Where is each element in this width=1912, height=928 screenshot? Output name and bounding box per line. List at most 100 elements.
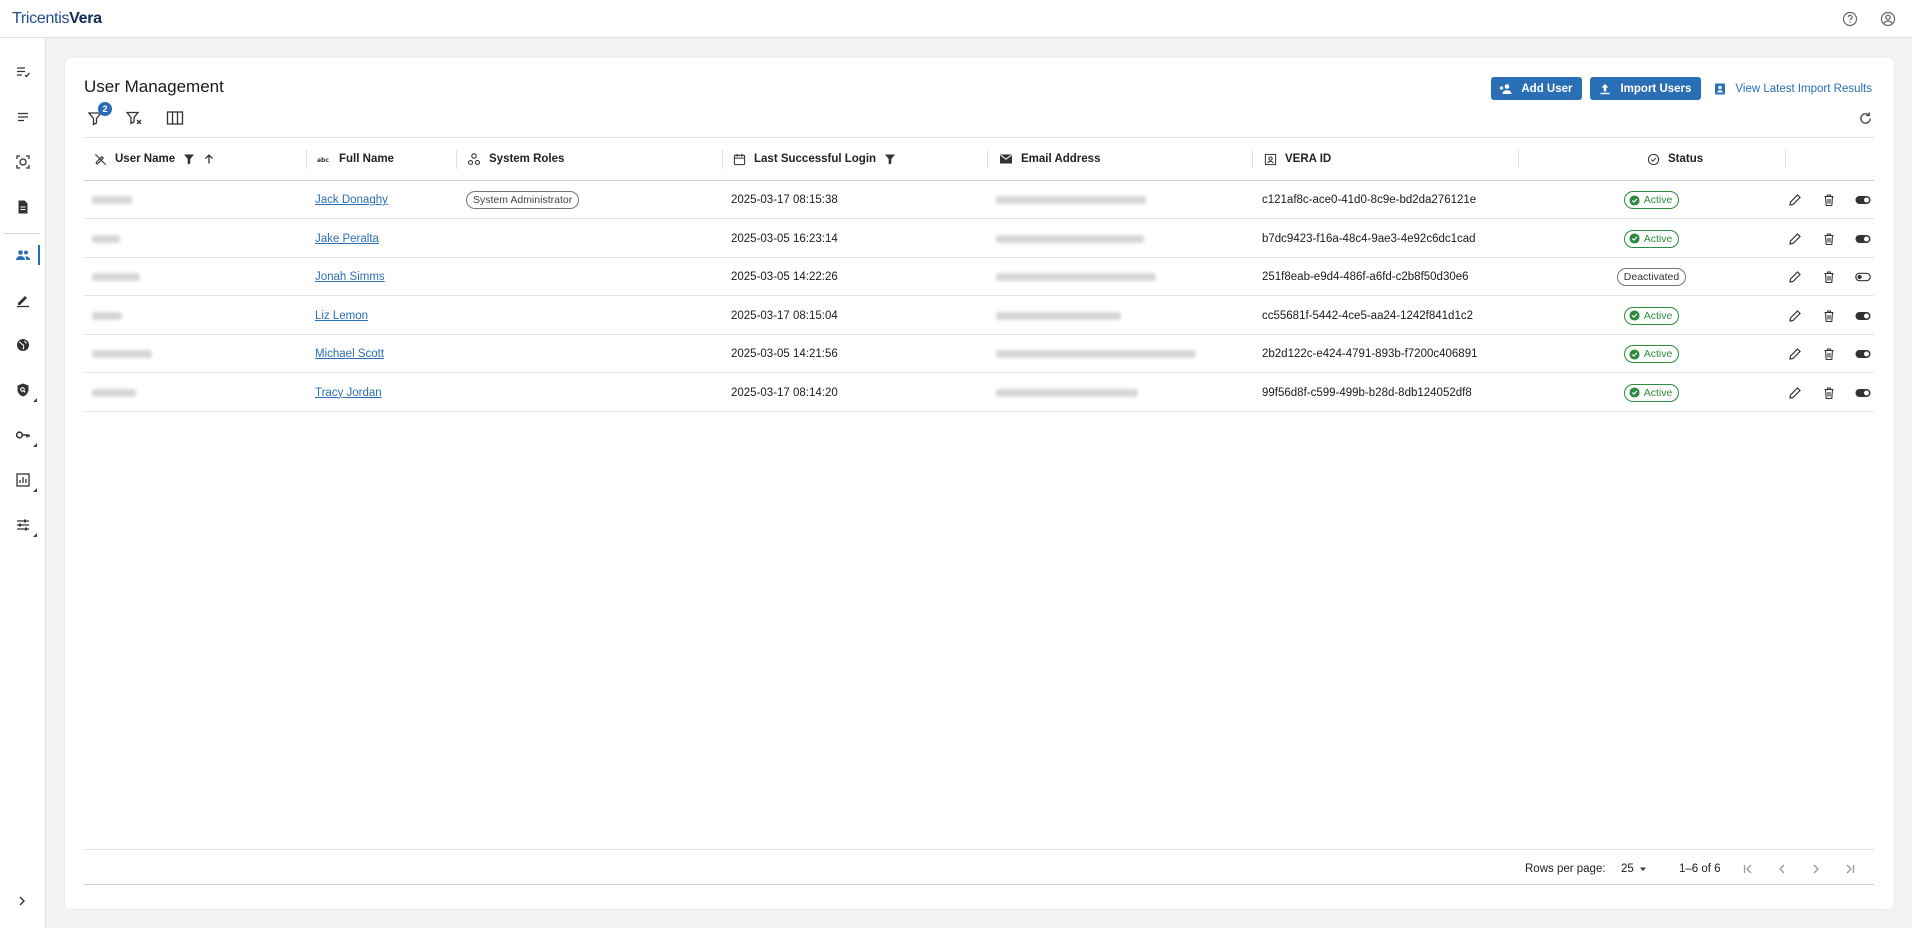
sidebar-item-reports[interactable] <box>0 466 46 494</box>
sort-ascending-icon[interactable] <box>203 153 215 165</box>
sidebar-item-checklist[interactable] <box>0 58 46 86</box>
user-name-cell <box>92 374 136 412</box>
column-header-email[interactable]: Email Address <box>999 138 1100 180</box>
filter-icon[interactable] <box>183 153 195 165</box>
edit-user-button[interactable] <box>1787 231 1803 247</box>
next-page-button[interactable] <box>1807 860 1825 878</box>
sidebar-item-target[interactable] <box>0 148 46 176</box>
vera-id-cell: c121af8c-ace0-41d0-8c9e-bd2da276121e <box>1262 194 1477 206</box>
user-full-name-link[interactable]: Jake Peralta <box>315 233 379 245</box>
previous-page-button[interactable] <box>1773 860 1791 878</box>
last-login-cell: 2025-03-05 14:22:26 <box>731 271 838 283</box>
toggle-user-status-button[interactable] <box>1855 192 1871 208</box>
email-cell <box>996 335 1196 373</box>
edit-user-button[interactable] <box>1787 346 1803 362</box>
list-icon <box>18 112 28 122</box>
edit-user-button[interactable] <box>1787 385 1803 401</box>
user-name-cell <box>92 335 152 373</box>
table-row[interactable]: Liz Lemon 2025-03-17 08:15:04 cc55681f-544… <box>84 297 1874 335</box>
clear-filters-button[interactable] <box>124 107 146 129</box>
check-circle-icon <box>1629 194 1640 206</box>
column-header-user-name[interactable]: User Name <box>94 138 215 180</box>
check-circle-icon <box>1647 153 1660 165</box>
import-users-button[interactable]: Import Users <box>1590 77 1702 100</box>
status-badge: Deactivated <box>1616 268 1687 286</box>
sidebar-item-sign[interactable] <box>0 286 46 314</box>
last-login-cell: 2025-03-17 08:15:04 <box>731 309 838 322</box>
sidebar-item-keys[interactable] <box>0 421 46 449</box>
status-badge: Active <box>1623 383 1680 402</box>
help-circle-icon[interactable] <box>1840 9 1860 29</box>
delete-user-button[interactable] <box>1821 269 1837 285</box>
column-header-system-roles[interactable]: System Roles <box>467 138 564 180</box>
edit-user-button[interactable] <box>1787 308 1803 324</box>
trash-icon <box>1824 348 1834 361</box>
status-cell: Active <box>1518 374 1785 412</box>
columns-button[interactable] <box>164 107 186 129</box>
expand-sidebar-button[interactable] <box>12 891 32 911</box>
trash-icon <box>1824 194 1834 207</box>
table-row[interactable]: Jack Donaghy System Administrator 2025-03-… <box>84 181 1874 219</box>
trash-icon <box>1824 386 1834 399</box>
sidebar-item-documents[interactable] <box>0 193 46 221</box>
refresh-button[interactable] <box>1856 109 1874 127</box>
column-header-vera-id[interactable]: VERA ID <box>1264 138 1331 180</box>
account-circle-icon[interactable] <box>1878 9 1898 29</box>
delete-user-button[interactable] <box>1821 308 1837 324</box>
chevron-right-icon <box>19 896 25 906</box>
last-login-cell: 2025-03-05 14:21:56 <box>731 348 838 360</box>
delete-user-button[interactable] <box>1821 192 1837 208</box>
table-row[interactable]: Jonah Simms 2025-03-05 14:22:26 251f8eab-e… <box>84 258 1874 296</box>
edit-user-button[interactable] <box>1787 192 1803 208</box>
column-header-full-name[interactable]: abc Full Name <box>317 138 394 180</box>
delete-user-button[interactable] <box>1821 231 1837 247</box>
column-header-last-login[interactable]: Last Successful Login <box>733 138 896 180</box>
trash-icon <box>1824 271 1834 284</box>
toggle-user-status-button[interactable] <box>1855 385 1871 401</box>
rows-per-page-label: Rows per page: <box>1525 862 1606 875</box>
column-header-status[interactable]: Status <box>1647 138 1703 180</box>
status-cell: Active <box>1518 181 1785 219</box>
sidebar-item-list[interactable] <box>0 103 46 131</box>
last-page-button[interactable] <box>1841 860 1859 878</box>
id-badge-icon <box>1264 153 1277 165</box>
users-table: User Name abc Full Name System Roles Las… <box>84 137 1874 885</box>
edit-off-icon <box>94 153 107 165</box>
toggle-user-status-button[interactable] <box>1855 346 1871 362</box>
table-row[interactable]: Tracy Jordan 2025-03-17 08:14:20 99f56d8f-… <box>84 374 1874 412</box>
users-icon <box>16 250 30 260</box>
sidebar-item-users[interactable] <box>0 241 46 269</box>
table-row[interactable]: Jake Peralta 2025-03-05 16:23:14 b7dc9423-… <box>84 220 1874 258</box>
add-user-button[interactable]: Add User <box>1491 77 1583 100</box>
toggle-user-status-button[interactable] <box>1855 308 1871 324</box>
sidebar-item-security[interactable] <box>0 376 46 404</box>
status-cell: Active <box>1518 220 1785 258</box>
sidebar-item-settings[interactable] <box>0 511 46 539</box>
email-cell <box>996 181 1146 219</box>
user-full-name-link[interactable]: Liz Lemon <box>315 310 368 322</box>
upload-icon <box>1600 83 1610 94</box>
rows-per-page-select[interactable]: 25 <box>1621 850 1648 887</box>
email-cell <box>996 374 1138 412</box>
pencil-icon <box>1789 386 1801 399</box>
view-latest-import-results-link[interactable]: View Latest Import Results <box>1713 82 1872 96</box>
edit-user-button[interactable] <box>1787 269 1803 285</box>
app-logo[interactable]: TricentisVera <box>12 10 102 28</box>
sidebar-item-globe[interactable] <box>0 331 46 359</box>
status-badge: Active <box>1623 345 1680 363</box>
calendar-icon <box>733 153 746 165</box>
first-page-button[interactable] <box>1739 860 1757 878</box>
delete-user-button[interactable] <box>1821 385 1837 401</box>
delete-user-button[interactable] <box>1821 346 1837 362</box>
user-full-name-link[interactable]: Jonah Simms <box>315 271 385 283</box>
full-name-cell: Michael Scott <box>315 335 384 373</box>
filter-button[interactable]: 2 <box>84 102 112 129</box>
user-full-name-link[interactable]: Jack Donaghy <box>315 194 388 206</box>
user-full-name-link[interactable]: Michael Scott <box>315 348 384 360</box>
user-full-name-link[interactable]: Tracy Jordan <box>315 387 382 399</box>
filter-icon[interactable] <box>884 153 896 165</box>
toggle-user-status-button[interactable] <box>1855 269 1871 285</box>
status-badge: Active <box>1623 191 1680 209</box>
table-row[interactable]: Michael Scott 2025-03-05 14:21:56 2b2d122c… <box>84 335 1874 373</box>
toggle-user-status-button[interactable] <box>1855 231 1871 247</box>
